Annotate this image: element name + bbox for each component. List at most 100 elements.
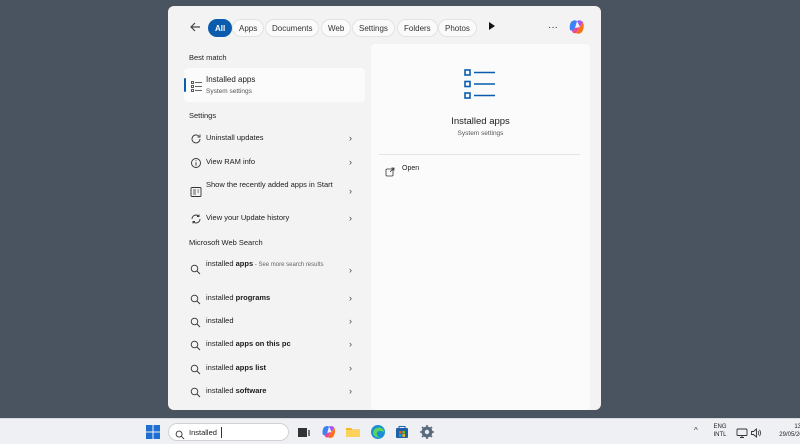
settings-item-uninstall-updates[interactable]: Uninstall updates › xyxy=(184,127,365,149)
list-icon xyxy=(464,68,496,105)
web-result-label: installed programs xyxy=(206,293,336,303)
keyboard-layout: INTL xyxy=(713,432,727,438)
web-result-installed-programs[interactable]: installed programs › xyxy=(184,287,365,309)
file-explorer-icon[interactable] xyxy=(345,424,361,440)
chevron-right-icon[interactable]: › xyxy=(349,264,352,276)
web-result-label: installed apps - See more search results xyxy=(206,259,336,270)
tab-settings[interactable]: Settings xyxy=(352,19,395,37)
play-arrow-icon[interactable] xyxy=(485,19,499,37)
web-result-installed-software[interactable]: installed software › xyxy=(184,380,365,402)
clock-time: 13:2 xyxy=(794,424,800,430)
search-icon xyxy=(190,315,202,328)
chevron-right-icon[interactable]: › xyxy=(349,385,352,397)
refresh-icon xyxy=(190,212,202,224)
selection-indicator xyxy=(184,78,186,92)
best-match-item[interactable]: Installed apps System settings xyxy=(184,68,365,102)
settings-item-label: View RAM info xyxy=(206,157,256,166)
divider xyxy=(379,154,580,155)
list-icon xyxy=(191,79,202,97)
web-search-heading: Microsoft Web Search xyxy=(189,238,263,247)
web-result-label: installed xyxy=(206,316,336,326)
back-arrow-icon[interactable] xyxy=(186,19,204,37)
task-view-icon[interactable] xyxy=(296,424,312,440)
settings-item-update-history[interactable]: View your Update history › xyxy=(184,207,365,229)
taskbar: Installed ^ ENG INTL 13:2 29/05/202 xyxy=(0,418,800,444)
more-options-button[interactable]: ··· xyxy=(548,19,558,37)
query-prefix: installed xyxy=(206,293,236,302)
settings-item-label: Uninstall updates xyxy=(206,133,264,142)
filter-tabs: All Apps Documents Web Settings Folders … xyxy=(168,6,601,48)
query-suggestion: apps list xyxy=(235,363,267,372)
preview-pane: Installed apps System settings Open xyxy=(371,44,590,410)
tab-documents[interactable]: Documents xyxy=(265,19,320,37)
preview-title: Installed apps xyxy=(451,116,510,127)
query-prefix: installed xyxy=(206,363,236,372)
tab-web[interactable]: Web xyxy=(321,19,352,37)
search-icon xyxy=(190,385,202,398)
text-caret xyxy=(221,427,222,438)
volume-icon[interactable] xyxy=(750,426,762,438)
refresh-icon xyxy=(190,132,202,144)
web-result-label: installed software xyxy=(206,386,336,396)
tab-folders[interactable]: Folders xyxy=(397,19,438,37)
chevron-right-icon[interactable]: › xyxy=(349,156,352,168)
search-icon xyxy=(190,292,202,305)
tab-apps[interactable]: Apps xyxy=(232,19,265,37)
clock-date: 29/05/202 xyxy=(779,432,800,438)
start-menu-icon xyxy=(190,185,202,197)
web-result-installed-apps-list[interactable]: installed apps list › xyxy=(184,357,365,379)
chevron-up-icon[interactable]: ^ xyxy=(694,426,698,435)
query-suggestion: apps xyxy=(235,259,254,268)
windows-start-icon[interactable] xyxy=(146,425,160,439)
copilot-icon[interactable] xyxy=(568,18,586,36)
search-icon xyxy=(175,427,185,444)
clock[interactable]: 13:2 29/05/202 xyxy=(766,423,800,439)
chevron-right-icon[interactable]: › xyxy=(349,185,352,197)
edge-browser-icon[interactable] xyxy=(370,424,386,440)
query-prefix: installed xyxy=(206,316,234,325)
settings-item-label: Show the recently added apps in Start xyxy=(206,180,333,189)
best-match-title: Installed apps xyxy=(206,75,256,84)
web-result-label: installed apps list xyxy=(206,363,336,373)
chevron-right-icon[interactable]: › xyxy=(349,315,352,327)
language-indicator[interactable]: ENG INTL xyxy=(708,423,732,439)
search-icon xyxy=(190,362,202,375)
settings-item-label: View your Update history xyxy=(206,213,290,222)
web-result-installed-apps[interactable]: installed apps - See more search results… xyxy=(184,255,365,285)
copilot-icon[interactable] xyxy=(321,424,337,440)
chevron-right-icon[interactable]: › xyxy=(349,212,352,224)
search-panel: All Apps Documents Web Settings Folders … xyxy=(168,6,601,410)
chevron-right-icon[interactable]: › xyxy=(349,132,352,144)
settings-item-view-ram-info[interactable]: View RAM info › xyxy=(184,151,365,173)
query-suggestion: programs xyxy=(235,293,271,302)
chevron-right-icon[interactable]: › xyxy=(349,362,352,374)
chevron-right-icon[interactable]: › xyxy=(349,292,352,304)
query-suggestion: software xyxy=(235,386,267,395)
info-icon xyxy=(190,156,202,168)
web-result-installed-apps-on-this-pc[interactable]: installed apps on this pc › xyxy=(184,333,365,355)
microsoft-store-icon[interactable] xyxy=(394,424,410,440)
settings-gear-icon[interactable] xyxy=(419,424,435,440)
preview-subtitle: System settings xyxy=(457,130,504,137)
settings-heading: Settings xyxy=(189,111,217,120)
search-icon xyxy=(190,338,202,351)
search-icon xyxy=(190,262,202,275)
taskbar-search-input[interactable]: Installed xyxy=(168,423,289,441)
best-match-heading: Best match xyxy=(189,53,227,62)
query-prefix: installed xyxy=(206,259,236,268)
web-result-installed[interactable]: installed › xyxy=(184,310,365,332)
tab-all[interactable]: All xyxy=(208,19,233,37)
see-more-hint: - See more search results xyxy=(253,262,324,268)
language-code: ENG xyxy=(713,424,727,430)
settings-item-recently-added-apps[interactable]: Show the recently added apps in Start › xyxy=(184,176,365,206)
query-prefix: installed xyxy=(206,386,236,395)
open-label: Open xyxy=(402,165,420,172)
open-external-icon xyxy=(385,164,395,182)
search-query: Installed xyxy=(189,428,217,437)
query-prefix: installed xyxy=(206,339,236,348)
query-suggestion: apps on this pc xyxy=(235,339,291,348)
chevron-right-icon[interactable]: › xyxy=(349,338,352,350)
web-result-label: installed apps on this pc xyxy=(206,339,336,349)
network-icon[interactable] xyxy=(736,426,748,438)
tab-photos[interactable]: Photos xyxy=(438,19,477,37)
